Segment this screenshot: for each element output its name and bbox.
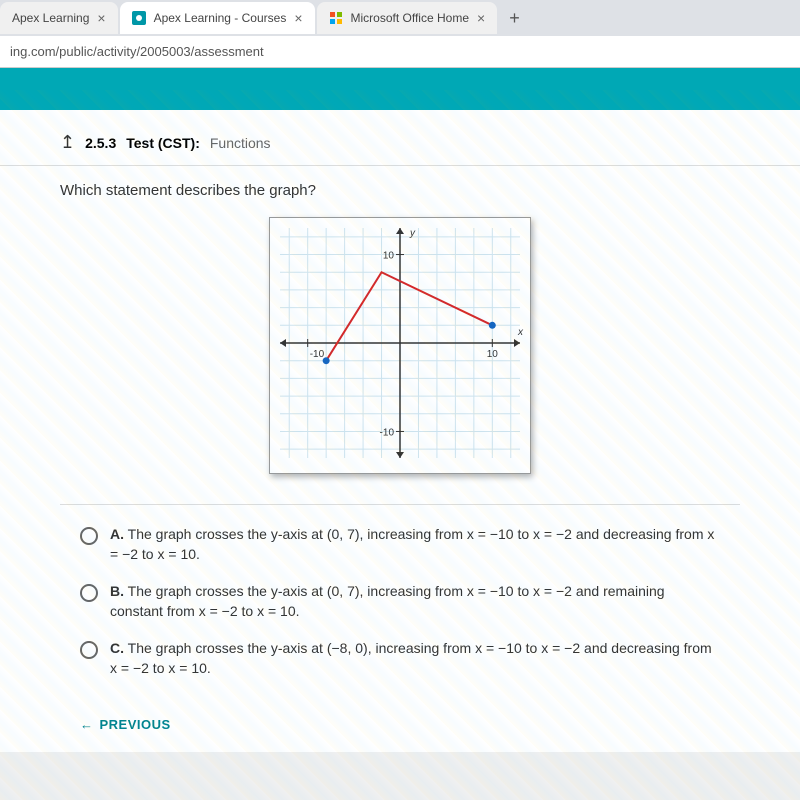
- previous-button[interactable]: ← PREVIOUS: [80, 717, 720, 732]
- option-c[interactable]: C. The graph crosses the y-axis at (−8, …: [80, 639, 720, 678]
- apex-icon: [132, 11, 146, 25]
- option-a[interactable]: A. The graph crosses the y-axis at (0, 7…: [80, 525, 720, 564]
- tab-apex-learning[interactable]: Apex Learning ×: [0, 2, 118, 34]
- new-tab-button[interactable]: +: [499, 8, 530, 29]
- svg-text:-10: -10: [380, 427, 395, 438]
- section-number: 2.5.3: [85, 135, 116, 151]
- tab-title: Apex Learning: [12, 11, 89, 25]
- svg-text:10: 10: [383, 251, 395, 262]
- svg-text:x: x: [517, 327, 524, 338]
- graph: 10 -10 10 -10 y x: [269, 217, 531, 474]
- previous-label: PREVIOUS: [100, 717, 171, 732]
- radio-button[interactable]: [80, 527, 98, 545]
- option-text: C. The graph crosses the y-axis at (−8, …: [110, 639, 720, 678]
- divider: [60, 504, 740, 505]
- address-bar[interactable]: ing.com/public/activity/2005003/assessme…: [0, 36, 800, 68]
- test-label: Test (CST):: [126, 135, 200, 151]
- browser-tabs: Apex Learning × Apex Learning - Courses …: [0, 0, 800, 36]
- app-header-bar: [0, 68, 800, 110]
- tab-microsoft-office[interactable]: Microsoft Office Home ×: [317, 2, 498, 34]
- url-text: ing.com/public/activity/2005003/assessme…: [10, 44, 264, 59]
- tab-title: Apex Learning - Courses: [154, 11, 287, 25]
- back-arrow-icon[interactable]: ↥: [60, 132, 75, 153]
- office-icon: [329, 11, 343, 25]
- svg-text:10: 10: [487, 349, 499, 360]
- close-icon[interactable]: ×: [97, 10, 105, 26]
- option-text: B. The graph crosses the y-axis at (0, 7…: [110, 582, 720, 621]
- tab-title: Microsoft Office Home: [351, 11, 469, 25]
- option-b[interactable]: B. The graph crosses the y-axis at (0, 7…: [80, 582, 720, 621]
- main-content: ↥ 2.5.3 Test (CST): Functions Which stat…: [0, 110, 800, 752]
- question-text: Which statement describes the graph?: [0, 166, 800, 207]
- option-text: A. The graph crosses the y-axis at (0, 7…: [110, 525, 720, 564]
- answer-options: A. The graph crosses the y-axis at (0, 7…: [0, 515, 800, 707]
- close-icon[interactable]: ×: [477, 10, 485, 26]
- nav-footer: ← PREVIOUS: [0, 707, 800, 742]
- radio-button[interactable]: [80, 641, 98, 659]
- svg-text:-10: -10: [310, 349, 325, 360]
- arrow-left-icon: ←: [80, 717, 94, 732]
- tab-apex-courses[interactable]: Apex Learning - Courses ×: [120, 2, 315, 34]
- graph-container: 10 -10 10 -10 y x: [0, 207, 800, 494]
- svg-text:y: y: [409, 228, 416, 239]
- radio-button[interactable]: [80, 584, 98, 602]
- breadcrumb: ↥ 2.5.3 Test (CST): Functions: [0, 120, 800, 166]
- topic-label: Functions: [210, 135, 271, 151]
- close-icon[interactable]: ×: [294, 10, 302, 26]
